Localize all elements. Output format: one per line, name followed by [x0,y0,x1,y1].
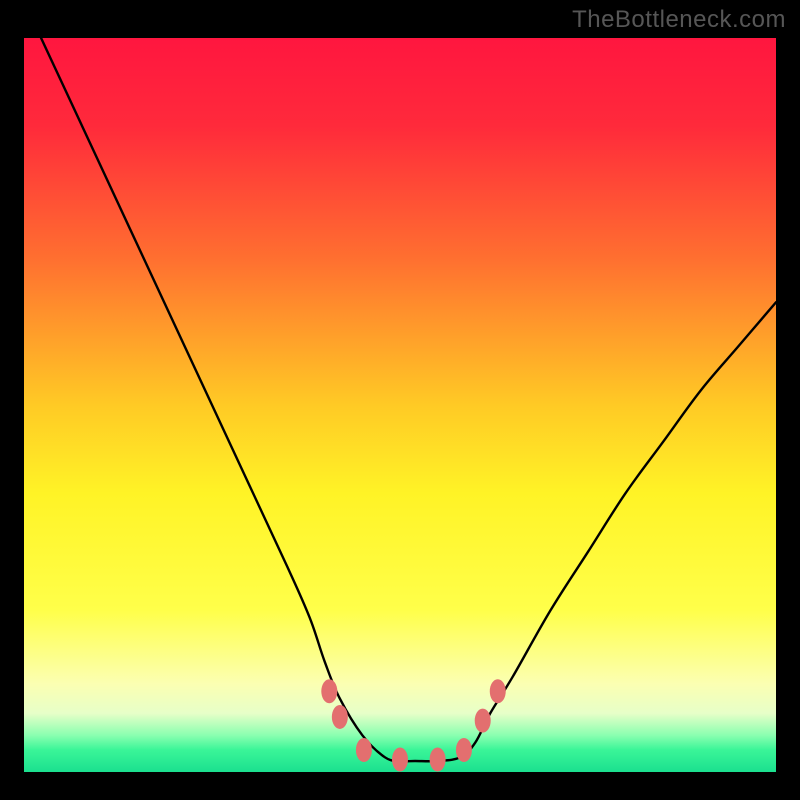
marker-dot [430,748,446,772]
marker-dot [332,705,348,729]
chart-container: TheBottleneck.com [0,0,800,800]
curve-layer [24,38,776,772]
marker-dot [456,738,472,762]
marker-dot [321,679,337,703]
watermark-label: TheBottleneck.com [572,6,786,34]
marker-dot [475,709,491,733]
marker-dot [356,738,372,762]
marker-dot [392,748,408,772]
bottleneck-curve [24,38,776,761]
plot-area [24,38,776,772]
marker-dot [490,679,506,703]
